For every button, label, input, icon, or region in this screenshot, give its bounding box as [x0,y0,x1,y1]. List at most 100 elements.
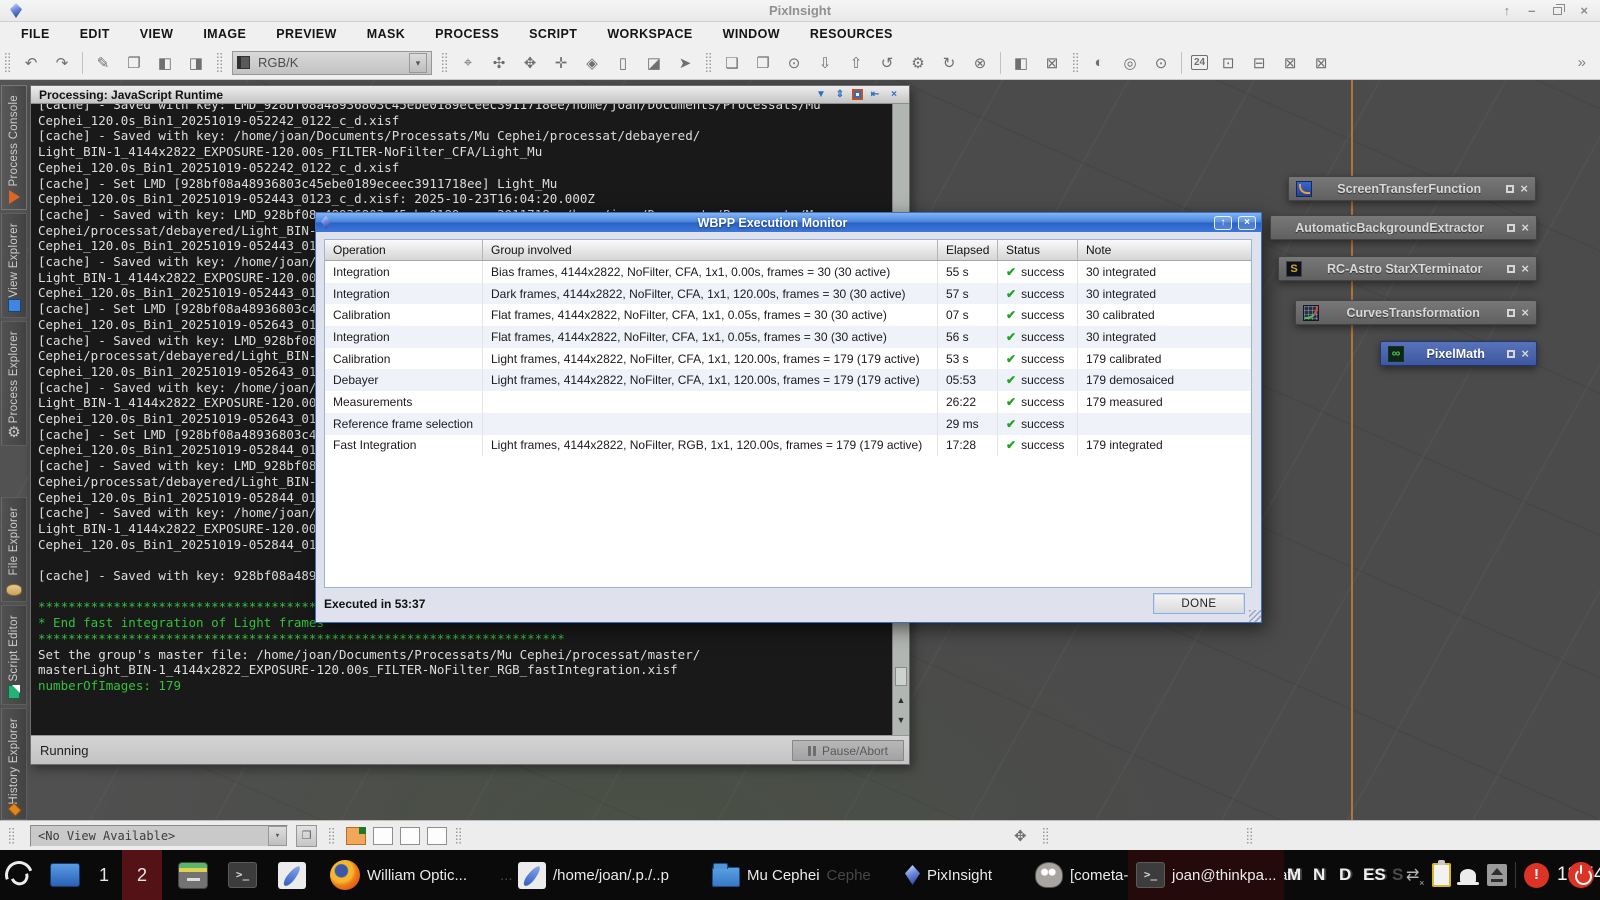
toolbar-icon[interactable]: ❐ [752,54,774,72]
window-manager-icon[interactable] [5,850,33,900]
close-icon[interactable]: × [1521,263,1529,275]
tray-keyboard-layout[interactable]: ES [1363,850,1386,900]
menu-item[interactable]: PREVIEW [261,27,351,41]
pixinsight-launcher-icon[interactable] [278,850,306,900]
column-header[interactable]: Group involved [483,240,938,260]
toolbar-icon[interactable]: ➤ [674,54,696,72]
floating-window-automaticbackgroundextractor[interactable]: AutomaticBackgroundExtractor × [1270,215,1537,240]
menu-item[interactable]: PROCESS [420,27,514,41]
toolbar-drag-handle[interactable] [1072,52,1079,74]
floating-window-pixelmath[interactable]: ∞ PixelMath × [1380,341,1537,366]
workspace-swatch[interactable] [427,827,447,845]
toolbar-drag-handle[interactable] [216,52,223,74]
show-desktop-icon[interactable] [50,850,80,900]
dialog-titlebar[interactable]: WBPP Execution Monitor ↑ × [316,213,1261,232]
restore-icon[interactable] [1507,265,1515,273]
channel-dropdown-arrow-icon[interactable]: ▾ [409,53,427,73]
toolbar-icon[interactable]: ⇩ [814,54,836,72]
toolbar-icon[interactable]: ◈ [581,54,603,72]
toolbar-drag-handle[interactable] [4,52,11,74]
menu-item[interactable]: IMAGE [188,27,261,41]
workspace-2-button[interactable]: 2 [122,850,162,900]
close-icon[interactable]: × [1520,183,1528,195]
menu-item[interactable]: FILE [6,27,65,41]
toolbar-icon[interactable]: ⊡ [1217,54,1239,72]
toolbar-icon[interactable]: ◨ [185,54,207,72]
done-button[interactable]: DONE [1153,593,1245,614]
toolbar-icon[interactable]: ✎ [92,54,114,72]
file-manager-icon[interactable] [178,850,208,900]
toolbar-icon[interactable]: ↺ [876,54,898,72]
menu-item[interactable]: WORKSPACE [592,27,707,41]
network-disconnected-icon[interactable]: ⇄ [1406,850,1419,900]
alert-icon[interactable]: ! [1524,850,1549,900]
scroll-down-icon[interactable]: ▼ [894,712,908,728]
toolbar-drag-handle[interactable] [455,827,462,845]
tray-indicator-d[interactable]: D [1339,850,1351,900]
toolbar-icon[interactable]: ✛ [550,54,572,72]
console-close-icon[interactable]: × [887,87,901,103]
toolbar-icon[interactable]: ✥ [519,54,541,72]
toolbar-icon[interactable]: ❏ [721,54,743,72]
restore-icon[interactable] [1507,350,1515,358]
toolbar-icon[interactable]: ⊠ [1279,54,1301,72]
scroll-up-icon[interactable]: ▲ [894,692,908,708]
toolbar-drag-handle[interactable] [328,827,335,845]
table-row[interactable]: Fast Integration Light frames, 4144x2822… [325,435,1251,457]
table-row[interactable]: Debayer Light frames, 4144x2822, NoFilte… [325,369,1251,391]
workspace-1-button[interactable]: 1 [92,850,116,900]
menu-item[interactable]: SCRIPT [514,27,592,41]
toolbar-icon[interactable]: ▯ [612,54,634,72]
sidebar-tab-process-console[interactable]: Process Console [1,85,27,210]
console-titlebar[interactable]: Processing: JavaScript Runtime ▼ ⇕ ⇤ × [31,86,909,104]
table-row[interactable]: Integration Bias frames, 4144x2822, NoFi… [325,261,1251,283]
scrollbar-thumb[interactable] [895,667,907,686]
console-fit-icon[interactable]: ⇕ [833,87,847,103]
eject-icon[interactable] [1487,850,1507,900]
toolbar-icon[interactable]: ⇧ [845,54,867,72]
toolbar-icon[interactable]: ✣ [488,54,510,72]
taskbar-item-terminal[interactable]: >_ joan@thinkpa... [1128,850,1284,900]
view-browser-button[interactable]: ❐ [296,825,317,847]
toolbar-icon[interactable]: ⌖ [457,54,479,71]
close-window-icon[interactable]: × [1580,0,1588,22]
table-row[interactable]: Calibration Flat frames, 4144x2822, NoFi… [325,304,1251,326]
shade-window-icon[interactable]: ↑ [1504,0,1511,22]
toolbar-icon[interactable]: ↶ [20,54,42,72]
toolbar-icon[interactable]: ◧ [1010,54,1032,72]
toolbar-icon[interactable]: ⊠ [1310,54,1332,72]
table-row[interactable]: Measurements 26:22 ✔ success 179 measure… [325,391,1251,413]
dialog-close-icon[interactable]: × [1238,216,1256,230]
minimize-window-icon[interactable]: – [1528,0,1535,22]
workspace-swatch[interactable] [400,827,420,845]
taskbar-item-firefox[interactable]: William Optic... [330,850,467,900]
toolbar-icon[interactable]: ⚙ [907,54,929,72]
toolbar-icon[interactable]: ⊠ [1041,54,1063,72]
toolbar-drag-handle[interactable] [1246,827,1253,845]
toolbar-icon[interactable]: ⊙ [783,54,805,72]
column-header[interactable]: Elapsed [938,240,998,260]
sidebar-tab-file-explorer[interactable]: File Explorer [1,497,27,602]
tray-indicator-n[interactable]: N [1313,850,1325,900]
toolbar-drag-handle[interactable] [705,52,712,74]
workspace-swatch-active[interactable] [346,827,366,845]
taskbar-item-mu-cephei[interactable]: Mu Cephei Cephe [712,850,871,900]
clipboard-icon[interactable] [1432,850,1451,900]
column-header[interactable]: Operation [325,240,483,260]
toolbar-icon[interactable]: ↷ [51,54,73,72]
channel-selector[interactable]: RGB/K ▾ [232,51,432,75]
toolbar-icon[interactable]: ↻ [938,54,960,72]
toolbar-icon[interactable]: ⊙ [1150,54,1172,72]
pause-abort-button[interactable]: Pause/Abort [792,740,904,761]
toolbar-icon[interactable]: ⊗ [969,54,991,72]
column-header[interactable]: Note [1078,240,1251,260]
floating-window-screentransferfunction[interactable]: ScreenTransferFunction × [1288,176,1536,201]
sidebar-tab-history-explorer[interactable]: History Explorer [1,708,27,820]
column-header[interactable]: Status [998,240,1078,260]
console-dock-icon[interactable]: ⇤ [868,87,882,103]
toolbar-icon[interactable]: ⊟ [1248,54,1270,72]
restore-icon[interactable] [1506,185,1514,193]
restore-window-icon[interactable] [1553,7,1562,15]
workspace-swatch[interactable] [373,827,393,845]
console-collapse-icon[interactable]: ▼ [814,87,828,103]
